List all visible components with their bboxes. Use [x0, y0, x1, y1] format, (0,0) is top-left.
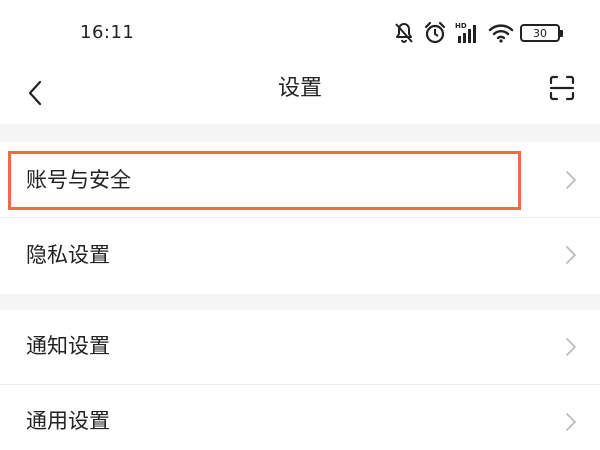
status-icons: HD 30 — [392, 19, 563, 47]
chevron-right-icon — [564, 412, 578, 432]
settings-item-privacy[interactable]: 隐私设置 — [0, 218, 600, 294]
group-separator — [0, 124, 600, 142]
battery-icon: 30 — [520, 24, 563, 42]
settings-item-notifications[interactable]: 通知设置 — [0, 310, 600, 385]
scan-button[interactable] — [546, 74, 578, 106]
settings-item-label: 账号与安全 — [26, 168, 131, 192]
settings-item-label: 隐私设置 — [26, 243, 110, 267]
chevron-right-icon — [564, 170, 578, 190]
page-title: 设置 — [277, 76, 322, 101]
chevron-right-icon — [564, 245, 578, 265]
hd-signal-icon: HD — [454, 21, 482, 45]
battery-level: 30 — [533, 26, 547, 40]
settings-item-label: 通用设置 — [26, 409, 110, 433]
chevron-right-icon — [564, 337, 578, 357]
settings-item-label: 通知设置 — [26, 334, 110, 358]
wifi-icon — [488, 22, 514, 44]
nav-bar: 设置 — [0, 66, 600, 124]
status-time: 16:11 — [80, 22, 135, 43]
group-separator — [0, 294, 600, 310]
settings-item-general[interactable]: 通用设置 — [0, 385, 600, 450]
status-bar: 16:11 HD 30 — [0, 0, 600, 66]
settings-item-account-security[interactable]: 账号与安全 — [0, 142, 600, 218]
alarm-icon — [422, 20, 448, 46]
mute-icon — [392, 21, 416, 45]
svg-text:HD: HD — [455, 22, 467, 30]
scan-icon — [548, 74, 576, 106]
